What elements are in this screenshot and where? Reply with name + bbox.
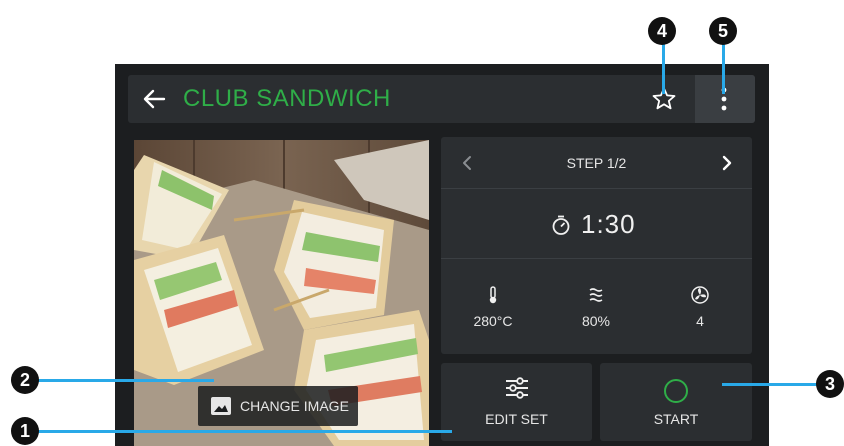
step-indicator: STEP 1/2 [566, 155, 627, 171]
temperature-param[interactable]: 280°C [453, 285, 533, 329]
start-button[interactable]: START [600, 363, 752, 441]
steam-icon [589, 288, 603, 302]
recipe-title: CLUB SANDWICH [183, 85, 391, 112]
thermometer-icon [489, 286, 497, 304]
back-arrow-icon[interactable] [140, 87, 168, 111]
humidity-value: 80% [581, 313, 611, 329]
humidity-param[interactable]: 80% [556, 285, 636, 329]
fan-param[interactable]: 4 [660, 285, 740, 329]
oven-control-screen: CLUB SANDWICH CHANGE IMAGE STEP 1/2 1:30… [115, 64, 769, 446]
kebab-menu-icon [721, 87, 727, 111]
callout-1: 1 [11, 417, 39, 445]
callout-2-line [38, 379, 214, 382]
chevron-right-icon[interactable] [719, 153, 735, 173]
callout-4: 4 [648, 17, 676, 45]
edit-set-label: EDIT SET [485, 411, 548, 427]
stopwatch-icon [552, 215, 570, 235]
callout-4-line [662, 42, 665, 94]
header-bar: CLUB SANDWICH [128, 75, 755, 123]
start-circle-icon [664, 379, 688, 403]
fan-icon [691, 286, 709, 304]
callout-3: 3 [816, 370, 844, 398]
more-menu-button[interactable] [695, 75, 755, 123]
image-icon [211, 397, 231, 415]
divider [441, 258, 752, 259]
change-image-button[interactable]: CHANGE IMAGE [198, 386, 358, 426]
callout-5-line [722, 42, 725, 94]
divider [441, 188, 752, 189]
start-label: START [653, 411, 699, 427]
callout-2: 2 [11, 366, 39, 394]
change-image-label: CHANGE IMAGE [240, 398, 349, 414]
sliders-icon [505, 377, 528, 399]
fan-value: 4 [696, 313, 704, 329]
callout-5: 5 [709, 17, 737, 45]
step-panel: STEP 1/2 1:30 280°C 80% 4 [441, 137, 752, 354]
callout-1-line [38, 430, 452, 433]
edit-set-button[interactable]: EDIT SET [441, 363, 592, 441]
callout-3-line [722, 383, 822, 386]
temperature-value: 280°C [473, 313, 513, 329]
timer-value[interactable]: 1:30 [581, 209, 636, 240]
